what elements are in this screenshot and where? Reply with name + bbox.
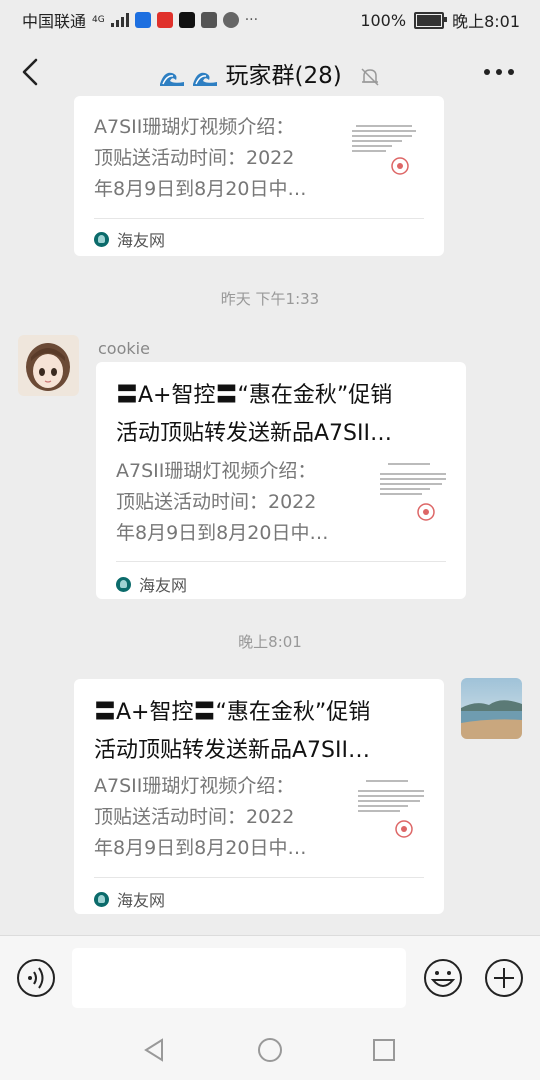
battery-icon: [414, 11, 448, 29]
chat-title: 玩家群(28): [225, 63, 342, 89]
timestamp: 晚上8:01: [238, 633, 302, 651]
news-app-icon: [156, 12, 173, 28]
status-bar: 中国联通 4G ··· 100% 晚上8:01: [0, 0, 540, 38]
system-nav-bar: [0, 1020, 540, 1080]
link-card[interactable]: 〓A+智控〓“惠在金秋”促销 活动顶贴转发送新品A7SII… A7SII珊瑚灯视…: [96, 362, 466, 599]
plus-icon[interactable]: [484, 958, 524, 998]
link-card-desc: A7SII珊瑚灯视频介绍： 顶贴送活动时间：2022 年8月9日到8月20日中…: [94, 775, 307, 859]
link-card-source: 海友网: [94, 227, 165, 251]
link-card[interactable]: A7SII珊瑚灯视频介绍： 顶贴送活动时间：2022 年8月9日到8月20日中……: [74, 96, 444, 256]
message-app-icon: [200, 12, 217, 28]
input-bar: [0, 935, 540, 1021]
avatar[interactable]: [461, 678, 522, 739]
link-card-title: 〓A+智控〓“惠在金秋”促销 活动顶贴转发送新品A7SII…: [116, 383, 393, 446]
bell-mute-icon: [361, 67, 379, 86]
tiktok-icon: [178, 12, 195, 28]
source-logo-icon: [116, 576, 131, 592]
source-logo-icon: [94, 891, 109, 907]
status-right: 100% 晚上8:01: [360, 8, 520, 32]
wave-emoji-icon: [159, 72, 184, 86]
wave-emoji-icon: [193, 72, 218, 86]
link-card-title: 〓A+智控〓“惠在金秋”促销 活动顶贴转发送新品A7SII…: [94, 700, 371, 763]
more-icon[interactable]: [482, 60, 516, 84]
nav-home-icon[interactable]: [256, 1036, 284, 1064]
carrier-label: 中国联通: [22, 12, 87, 31]
link-card[interactable]: 〓A+智控〓“惠在金秋”促销 活动顶贴转发送新品A7SII… A7SII珊瑚灯视…: [74, 679, 444, 914]
link-card-divider: [116, 561, 446, 562]
source-name: 海友网: [117, 891, 166, 910]
browser-icon: [222, 12, 239, 28]
document-thumbnail: [380, 463, 446, 521]
nav-back-icon[interactable]: [140, 1036, 168, 1064]
voice-icon[interactable]: [16, 958, 56, 998]
sender-name: cookie: [98, 339, 150, 358]
link-card-divider: [94, 877, 424, 878]
source-logo-icon: [94, 231, 109, 247]
network-type: 4G: [92, 15, 105, 25]
link-card-desc: A7SII珊瑚灯视频介绍： 顶贴送活动时间：2022 年8月9日到8月20日中…: [94, 116, 307, 200]
chat-title-row: 玩家群(28): [0, 56, 540, 90]
signal-icon: [110, 13, 129, 27]
document-thumbnail: [358, 780, 424, 838]
timestamp: 昨天 下午1:33: [220, 290, 320, 308]
link-card-desc: A7SII珊瑚灯视频介绍： 顶贴送活动时间：2022 年8月9日到8月20日中…: [116, 460, 329, 544]
status-left: 中国联通 4G ···: [22, 8, 258, 32]
avatar[interactable]: [18, 335, 79, 396]
link-card-source: 海友网: [94, 887, 165, 911]
source-name: 海友网: [117, 231, 166, 250]
clock: 晚上8:01: [452, 12, 520, 31]
shield-app-icon: [134, 12, 151, 28]
link-card-source: 海友网: [116, 572, 187, 596]
link-card-divider: [94, 218, 424, 219]
document-thumbnail: [352, 125, 416, 175]
more-notifications-icon: ···: [244, 12, 259, 28]
source-name: 海友网: [139, 576, 188, 595]
emoji-icon[interactable]: [423, 958, 463, 998]
battery-percent: 100%: [360, 10, 407, 30]
message-input[interactable]: [72, 948, 406, 1008]
nav-recents-icon[interactable]: [370, 1036, 398, 1064]
